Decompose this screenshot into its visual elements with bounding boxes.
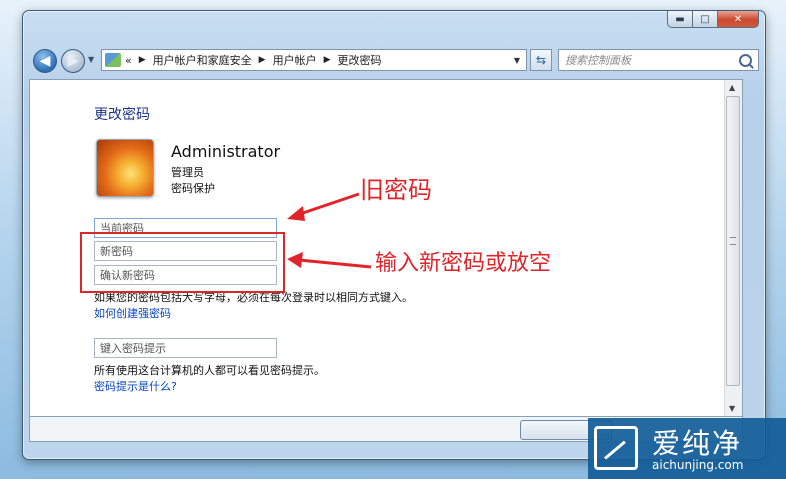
old-password-arrow (287, 192, 360, 221)
arrow-right-icon: ▶ (67, 53, 79, 69)
refresh-button[interactable]: ⇆ (530, 49, 552, 71)
minimize-button[interactable]: ▬ (667, 11, 693, 28)
password-hint-link[interactable]: 密码提示是什么? (94, 378, 177, 394)
search-placeholder: 搜索控制面板 (565, 54, 631, 67)
old-password-annotation: 旧密码 (360, 176, 432, 204)
user-avatar (96, 139, 154, 197)
forward-button[interactable]: ▶ (61, 49, 85, 73)
breadcrumb-overflow[interactable]: « (125, 54, 132, 67)
scroll-down-icon[interactable]: ▼ (729, 404, 735, 413)
search-box[interactable]: 搜索控制面板 (558, 49, 759, 71)
scrollbar-grip (730, 237, 736, 245)
chevron-right-icon: ▶ (138, 55, 146, 65)
caption-buttons: ▬ □ ✕ (667, 11, 759, 28)
recent-pages-dropdown[interactable]: ▼ (88, 55, 94, 64)
new-password-arrow (287, 252, 372, 269)
scrollbar-thumb[interactable] (726, 96, 740, 386)
user-name: Administrator (171, 142, 281, 161)
scroll-up-icon[interactable]: ▲ (729, 83, 735, 92)
breadcrumb-item-change-password[interactable]: 更改密码 (338, 52, 382, 68)
password-hint-field[interactable] (94, 338, 277, 358)
address-bar[interactable]: « ▶ 用户帐户和家庭安全 ▶ 用户帐户 ▶ 更改密码 ▼ (101, 49, 527, 71)
control-panel-icon (105, 53, 121, 67)
strong-password-link[interactable]: 如何创建强密码 (94, 305, 171, 321)
address-dropdown-icon[interactable]: ▼ (514, 56, 520, 65)
watermark: 爱纯净 aichunjing.com (588, 418, 786, 479)
breadcrumb-item-user-accounts[interactable]: 用户帐户 (273, 52, 317, 68)
new-password-highlight-box (80, 232, 285, 293)
new-password-annotation: 输入新密码或放空 (375, 251, 552, 276)
arrow-left-icon: ◀ (39, 53, 51, 69)
refresh-icon: ⇆ (535, 53, 547, 67)
search-icon[interactable] (739, 53, 752, 67)
vertical-scrollbar[interactable]: ▲ ▼ (724, 80, 742, 416)
hint-visibility-note: 所有使用这台计算机的人都可以看见密码提示。 (94, 364, 325, 377)
user-password-status: 密码保护 (171, 182, 215, 195)
chevron-right-icon: ▶ (323, 55, 331, 65)
maximize-button[interactable]: □ (692, 11, 718, 28)
close-button[interactable]: ✕ (717, 11, 759, 28)
back-button[interactable]: ◀ (33, 49, 57, 73)
chevron-right-icon: ▶ (258, 55, 266, 65)
watermark-brand: 爱纯净 (652, 427, 743, 460)
page-title: 更改密码 (94, 107, 150, 123)
user-role: 管理员 (171, 166, 204, 179)
navigation-bar: ◀ ▶ ▼ « ▶ 用户帐户和家庭安全 ▶ 用户帐户 ▶ 更改密码 ▼ ⇆ 搜索… (31, 48, 759, 76)
watermark-url: aichunjing.com (652, 458, 744, 472)
breadcrumb-item-family-safety[interactable]: 用户帐户和家庭安全 (153, 52, 252, 68)
brand-logo-icon (594, 426, 638, 470)
